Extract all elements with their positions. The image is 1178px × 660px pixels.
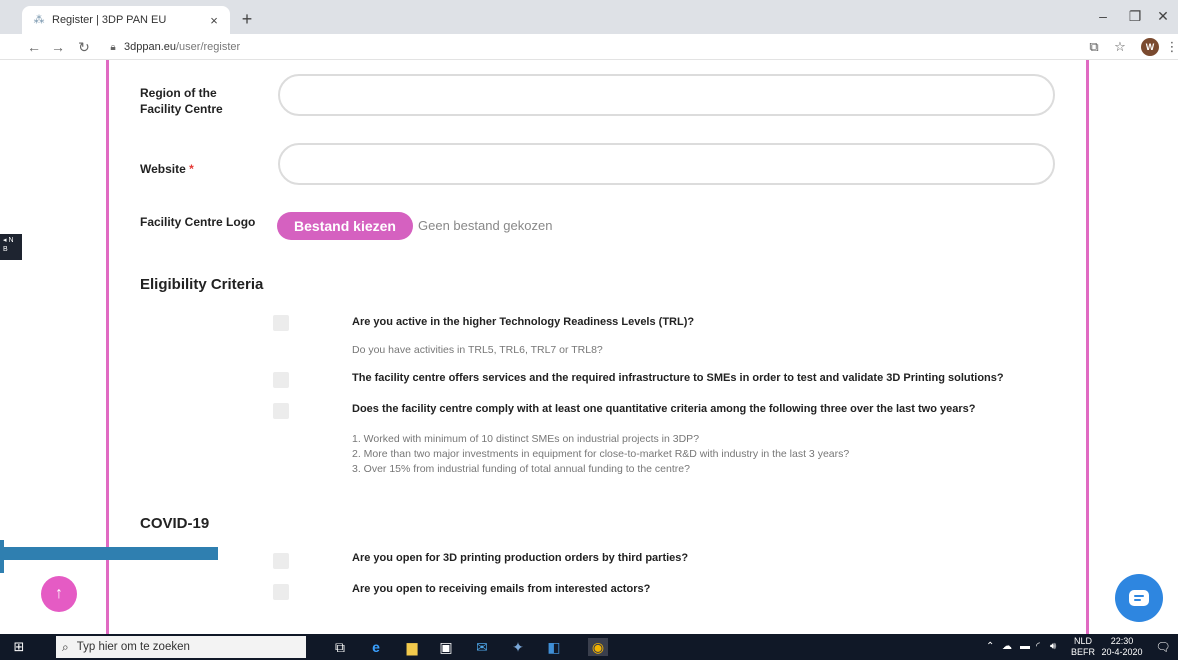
taskbar-search-placeholder: Typ hier om te zoeken [76,641,190,653]
emails-question: Are you open to receiving emails from in… [352,583,651,595]
side-notification-tab[interactable]: ◂ NB [0,234,22,260]
logo-label: Facility Centre Logo [140,215,256,229]
quantitative-question: Does the facility centre comply with at … [352,403,976,415]
quantitative-hint-3: 3. Over 15% from industrial funding of t… [352,463,690,475]
quantitative-hint-2: 2. More than two major investments in eq… [352,448,850,460]
notification-center-icon[interactable]: 🗨︎21 [1154,638,1172,656]
tab-title: Register | 3DP PAN EU [52,14,167,26]
trl-question: Are you active in the higher Technology … [352,316,695,328]
emails-checkbox[interactable] [273,584,289,600]
browser-toolbar: ← → ↻ 🔒︎ 3dppan.eu/user/register ⧉ ☆ ⋮ [0,34,1178,60]
bookmark-star-icon[interactable]: ☆ [1110,37,1130,57]
trl-checkbox[interactable] [273,315,289,331]
new-tab-button[interactable]: + [236,8,258,30]
website-label: Website * [140,162,194,176]
wifi-icon[interactable]: ◜ [1036,640,1040,654]
windows-taskbar: ⊞ ⌕ Typ hier om te zoeken ⧉ e ▆ ▣ ✉ ✦ ◧ … [0,634,1178,660]
reload-icon[interactable]: ↻ [74,37,94,57]
close-tab-icon[interactable]: × [206,13,222,28]
outlook-icon[interactable]: ◧ [544,638,564,656]
region-label: Region of the Facility Centre [140,86,223,116]
windows-start-icon[interactable]: ⊞ [10,638,28,656]
search-icon: ⌕ [62,639,69,654]
url-text: 3dppan.eu/user/register [124,41,241,53]
profile-avatar[interactable]: W [1141,38,1159,56]
store-icon[interactable]: ▣ [436,638,456,656]
chrome-icon[interactable]: ◉ [588,638,608,656]
trl-hint: Do you have activities in TRL5, TRL6, TR… [352,344,603,356]
eligibility-heading: Eligibility Criteria [140,276,264,293]
browser-tab[interactable]: ⁂ Register | 3DP PAN EU × [22,6,230,34]
lock-icon: 🔒︎ [110,41,116,53]
annotation-arrow-head [0,540,4,573]
quantitative-checkbox[interactable] [273,403,289,419]
page-viewport: ◂ NB Region of the Facility Centre Websi… [0,60,1178,634]
language-indicator[interactable]: NLD BEFR [1070,636,1096,658]
services-question: The facility centre offers services and … [352,372,1004,384]
file-explorer-icon[interactable]: ▆ [402,638,422,656]
task-view-icon[interactable]: ⧉ [330,638,350,656]
content-frame-right-border [1086,60,1089,634]
choose-file-button[interactable]: Bestand kiezen [277,212,413,240]
taskbar-clock[interactable]: 22:30 20-4-2020 [1098,636,1146,658]
taskbar-search-box[interactable]: ⌕ Typ hier om te zoeken [56,636,306,658]
region-input[interactable] [278,74,1055,116]
tab-strip: ⁂ Register | 3DP PAN EU × + – ❐ ✕ [0,0,1178,34]
edge-browser-icon[interactable]: e [366,638,386,656]
file-status-text: Geen bestand gekozen [418,218,553,233]
volume-icon[interactable]: 🔊︎ [1050,640,1056,654]
website-input[interactable] [278,143,1055,185]
mail-icon[interactable]: ✉ [472,638,492,656]
scroll-to-top-button[interactable]: ↑ [41,576,77,612]
chat-widget-button[interactable] [1115,574,1163,622]
translate-icon[interactable]: ⧉ [1084,37,1104,57]
close-window-button[interactable]: ✕ [1146,4,1178,28]
chat-bubble-icon [1129,590,1149,606]
onedrive-icon[interactable]: ☁ [1002,640,1012,654]
annotation-arrow-bar [0,547,218,560]
forward-arrow-icon[interactable]: → [48,37,68,57]
services-checkbox[interactable] [273,372,289,388]
required-marker: * [189,162,194,176]
covid-heading: COVID-19 [140,515,210,532]
menu-dots-icon[interactable]: ⋮ [1162,37,1178,57]
tray-chevron-icon[interactable]: ⌃ [986,640,994,654]
3dp-favicon-icon: ⁂ [33,14,45,26]
production-orders-checkbox[interactable] [273,553,289,569]
battery-icon[interactable]: ▬ [1020,640,1030,654]
minimize-button[interactable]: – [1086,4,1120,28]
teams-icon[interactable]: ✦ [508,638,528,656]
production-orders-question: Are you open for 3D printing production … [352,552,689,564]
back-arrow-icon[interactable]: ← [24,37,44,57]
quantitative-hint-1: 1. Worked with minimum of 10 distinct SM… [352,433,700,445]
address-bar[interactable]: 🔒︎ 3dppan.eu/user/register [106,37,1076,57]
